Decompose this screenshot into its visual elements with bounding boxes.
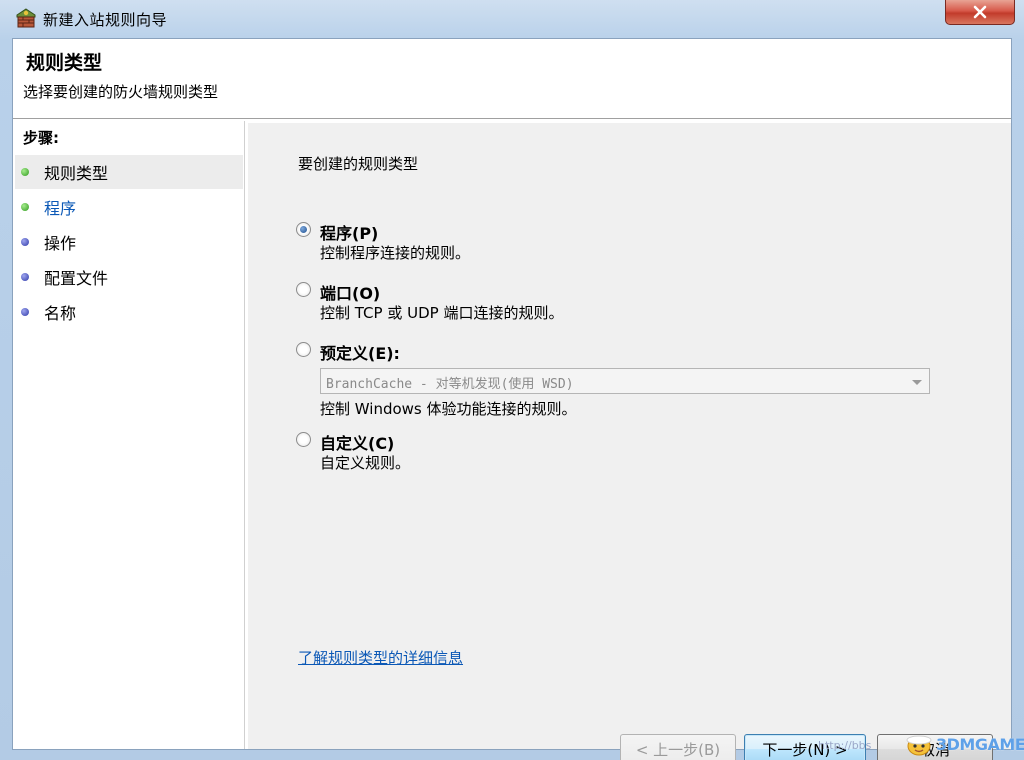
predefined-rule-select[interactable]: BranchCache - 对等机发现(使用 WSD) (320, 368, 930, 394)
step-program[interactable]: 程序 (15, 190, 243, 224)
steps-panel: 步骤: 规则类型 程序 操作 配置文件 名称 (13, 121, 245, 749)
step-rule-type[interactable]: 规则类型 (15, 155, 243, 189)
title-bar[interactable]: 新建入站规则向导 (0, 0, 1024, 38)
step-label: 程序 (44, 199, 77, 218)
radio-port[interactable] (296, 282, 311, 297)
rule-type-heading: 要创建的规则类型 (298, 155, 419, 173)
step-label: 配置文件 (44, 269, 109, 288)
option-label[interactable]: 程序(P) (320, 220, 378, 244)
steps-heading: 步骤: (23, 129, 59, 147)
step-status-dot (21, 273, 29, 281)
wizard-window: 新建入站规则向导 规则类型 选择要创建的防火墙规则类型 步骤: 规则类型 程序 (0, 0, 1024, 760)
main-panel: 要创建的规则类型 程序(P) 控制程序连接的规则。 端口(O) 控制 TCP 或… (248, 123, 1011, 760)
page-subtitle: 选择要创建的防火墙规则类型 (23, 83, 219, 101)
step-status-dot (21, 238, 29, 246)
radio-predefined[interactable] (296, 342, 311, 357)
page-title: 规则类型 (26, 52, 103, 74)
option-label[interactable]: 端口(O) (320, 280, 380, 304)
select-value: BranchCache - 对等机发现(使用 WSD) (326, 377, 574, 392)
option-label[interactable]: 预定义(E): (320, 340, 400, 364)
wizard-header: 规则类型 选择要创建的防火墙规则类型 (13, 39, 1011, 119)
option-description: 控制 Windows 体验功能连接的规则。 (320, 400, 577, 418)
learn-more-link[interactable]: 了解规则类型的详细信息 (298, 647, 463, 668)
step-label: 操作 (44, 234, 77, 253)
back-button[interactable]: < 上一步(B) (620, 734, 736, 760)
watermark-url: http://bbs (818, 739, 872, 752)
mascot-logo-icon (906, 735, 932, 756)
option-description: 控制 TCP 或 UDP 端口连接的规则。 (320, 304, 564, 322)
option-label[interactable]: 自定义(C) (320, 430, 394, 454)
step-status-dot (21, 308, 29, 316)
radio-program[interactable] (296, 222, 311, 237)
watermark: http://bbs 3DMGAME (818, 732, 1024, 756)
watermark-brand: 3DMGAME (936, 735, 1024, 754)
client-area: 规则类型 选择要创建的防火墙规则类型 步骤: 规则类型 程序 操作 配置文件 名… (12, 38, 1012, 760)
step-status-dot (21, 168, 29, 176)
step-name[interactable]: 名称 (15, 295, 243, 329)
window-title: 新建入站规则向导 (43, 11, 168, 29)
step-status-dot (21, 203, 29, 211)
option-predefined[interactable]: 预定义(E): BranchCache - 对等机发现(使用 WSD) 控制 W… (296, 340, 946, 420)
close-button[interactable] (945, 0, 1015, 25)
step-action[interactable]: 操作 (15, 225, 243, 259)
step-label: 名称 (44, 304, 77, 323)
radio-custom[interactable] (296, 432, 311, 447)
chevron-down-icon (912, 380, 922, 385)
step-profile[interactable]: 配置文件 (15, 260, 243, 294)
firewall-icon (16, 8, 36, 28)
option-description: 自定义规则。 (320, 454, 411, 472)
step-label: 规则类型 (44, 164, 109, 183)
option-description: 控制程序连接的规则。 (320, 244, 471, 262)
close-icon (973, 5, 987, 19)
